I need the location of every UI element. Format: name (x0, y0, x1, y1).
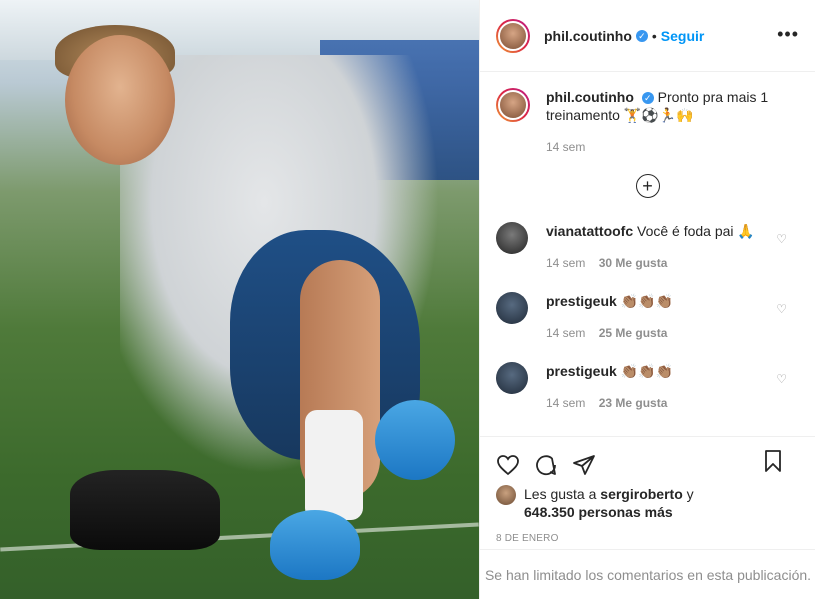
author-avatar[interactable] (496, 18, 530, 53)
separator-dot: • (651, 27, 657, 44)
comment-item: prestigeuk 👏🏽👏🏽👏🏽 14 sem 23 Me gusta ♡ (496, 362, 799, 412)
comment-likes[interactable]: 25 Me gusta (599, 326, 668, 340)
verified-icon: ✓ (635, 29, 648, 42)
comment-like-heart-icon[interactable]: ♡ (776, 372, 787, 386)
comments-limited-notice: Se han limitado los comentarios en esta … (480, 549, 815, 599)
liker-avatar[interactable] (496, 485, 516, 505)
liker-username[interactable]: sergiroberto (600, 486, 682, 502)
post-header: phil.coutinho ✓ • Seguir ••• (480, 0, 815, 72)
comment-icon[interactable] (534, 453, 558, 477)
bookmark-icon[interactable] (761, 449, 785, 473)
more-options-icon[interactable]: ••• (777, 24, 799, 45)
comment-username[interactable]: vianatattoofc (546, 223, 633, 239)
comment-like-heart-icon[interactable]: ♡ (776, 302, 787, 316)
plus-circle-icon[interactable]: + (635, 174, 660, 198)
likes-summary: Les gusta a sergiroberto y 648.350 perso… (480, 481, 815, 521)
comment-time[interactable]: 14 sem (546, 396, 585, 410)
action-bar (480, 437, 815, 481)
photo-player-sock (305, 410, 363, 520)
caption-username[interactable]: phil.coutinho (546, 89, 634, 105)
post-photo[interactable] (0, 0, 479, 599)
follow-button[interactable]: Seguir (661, 28, 705, 44)
comment-avatar[interactable] (496, 222, 528, 254)
comment-avatar[interactable] (496, 362, 528, 394)
comment-item: prestigeuk 👏🏽👏🏽👏🏽 14 sem 25 Me gusta ♡ (496, 292, 799, 342)
heart-icon[interactable] (496, 453, 520, 477)
comment-text: 👏🏽👏🏽👏🏽 (620, 363, 673, 379)
photo-black-boots (70, 470, 220, 550)
comments-area[interactable]: phil.coutinho ✓ Pronto pra mais 1 treina… (480, 72, 815, 437)
comment-text: Você é foda pai 🙏 (637, 223, 755, 239)
comment-time[interactable]: 14 sem (546, 326, 585, 340)
post-side-panel: phil.coutinho ✓ • Seguir ••• phil.coutin… (479, 0, 815, 599)
likes-count[interactable]: 648.350 personas más (524, 504, 673, 520)
likes-conj: y (686, 486, 694, 502)
photo-player-shoe-back (375, 400, 455, 480)
post-date[interactable]: 8 DE ENERO (480, 521, 815, 544)
load-more-comments[interactable]: + (496, 174, 799, 198)
comment-text: 👏🏽👏🏽👏🏽 (620, 293, 673, 309)
share-icon[interactable] (572, 453, 596, 477)
author-username[interactable]: phil.coutinho (544, 28, 632, 44)
comment-likes[interactable]: 30 Me gusta (599, 256, 668, 270)
comment-likes[interactable]: 23 Me gusta (599, 396, 668, 410)
caption: phil.coutinho ✓ Pronto pra mais 1 treina… (496, 88, 799, 156)
caption-avatar[interactable] (496, 88, 530, 122)
comment-like-heart-icon[interactable]: ♡ (776, 232, 787, 246)
likes-prefix: Les gusta a (524, 486, 597, 502)
comment-avatar[interactable] (496, 292, 528, 324)
comment-item: vianatattoofc Você é foda pai 🙏 14 sem 3… (496, 222, 799, 272)
photo-player-shoe-front (270, 510, 360, 580)
caption-time[interactable]: 14 sem (546, 138, 799, 156)
comment-username[interactable]: prestigeuk (546, 293, 617, 309)
comment-time[interactable]: 14 sem (546, 256, 585, 270)
photo-player-head (65, 35, 175, 165)
verified-icon: ✓ (641, 92, 654, 105)
comment-username[interactable]: prestigeuk (546, 363, 617, 379)
